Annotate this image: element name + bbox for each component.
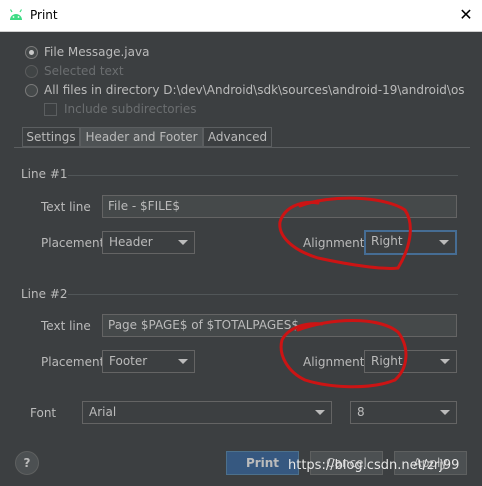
line2-alignment-value: Right [371,354,403,368]
line2-placement-label: Placement [41,355,105,369]
line2-alignment-select[interactable]: Right [364,350,457,373]
file-radio[interactable] [25,46,38,59]
tab-settings[interactable]: Settings [22,127,80,147]
file-radio-label: File Message.java [44,45,150,59]
chevron-down-icon [439,240,449,245]
line1-alignment-value: Right [371,234,403,248]
line2-placement-select[interactable]: Footer [102,350,195,373]
line1-section-title: Line #1 [21,167,68,181]
include-subdirectories-label: Include subdirectories [64,102,197,116]
line1-separator [68,175,458,176]
line2-alignment-label: Alignment [303,355,365,369]
line2-placement-value: Footer [109,354,148,368]
line1-placement-value: Header [109,235,153,249]
tab-advanced[interactable]: Advanced [203,127,272,147]
line1-placement-select[interactable]: Header [102,231,195,254]
selected-text-radio[interactable] [25,65,38,78]
line2-separator [68,294,458,295]
line1-text-label: Text line [41,200,91,214]
android-icon [9,9,23,20]
font-size-value: 8 [357,405,365,419]
font-label: Font [30,406,57,420]
selected-text-label: Selected text [44,64,124,78]
line1-alignment-label: Alignment [303,236,365,250]
chevron-down-icon [315,410,325,415]
line1-alignment-select[interactable]: Right [364,230,457,255]
all-files-label: All files in directory D:\dev\Android\sd… [44,83,465,97]
help-button[interactable]: ? [15,451,39,475]
chevron-down-icon [440,359,450,364]
tab-header-and-footer[interactable]: Header and Footer [80,127,203,147]
watermark-text: https://blog.csdn.net/zrj99 [288,458,460,473]
line1-placement-label: Placement [41,236,105,250]
tab-underline [14,147,470,148]
chevron-down-icon [178,359,188,364]
font-family-select[interactable]: Arial [82,401,332,424]
line2-text-input[interactable]: Page $PAGE$ of $TOTALPAGES$ [102,314,457,337]
font-size-select[interactable]: 8 [350,401,457,424]
close-icon[interactable]: ✕ [455,4,477,26]
title-bar: Print ✕ [0,0,482,32]
line1-text-input[interactable]: File - $FILE$ [102,195,457,218]
line2-text-label: Text line [41,319,91,333]
line2-section-title: Line #2 [21,287,68,301]
chevron-down-icon [178,240,188,245]
window-title: Print [30,8,58,22]
font-family-value: Arial [89,405,117,419]
include-subdirectories-checkbox[interactable] [44,103,57,116]
all-files-radio[interactable] [25,84,38,97]
chevron-down-icon [440,410,450,415]
